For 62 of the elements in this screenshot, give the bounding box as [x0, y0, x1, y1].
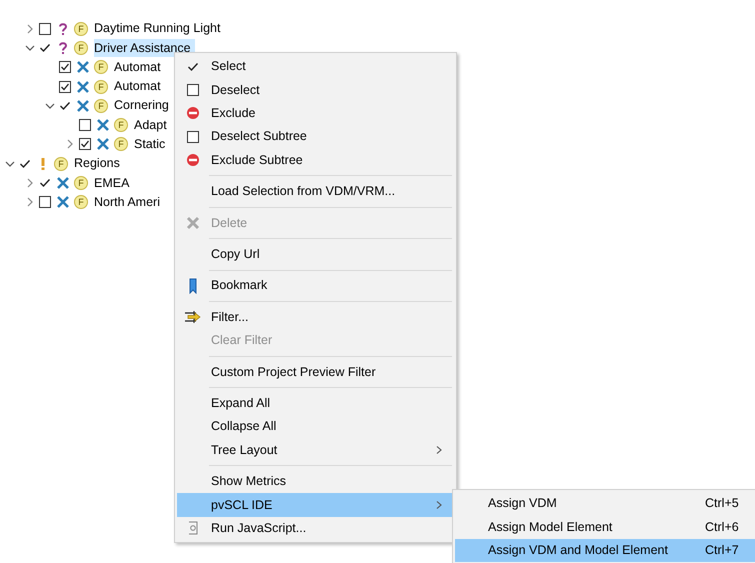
menu-item[interactable]: Collapse All	[177, 415, 454, 438]
menu-item[interactable]: Show Metrics	[177, 470, 454, 494]
menu-item[interactable]: Assign Model Element Ctrl+6	[455, 515, 755, 539]
tree-item[interactable]: Regions	[74, 154, 124, 174]
checkbox-icon	[186, 130, 200, 144]
question-icon	[56, 40, 70, 55]
cross-icon	[76, 80, 90, 94]
feature-badge: F	[94, 98, 108, 113]
tree-item[interactable]: Daytime Running Light	[94, 19, 224, 38]
menu-item[interactable]: Bookmark	[177, 274, 454, 298]
menu-item[interactable]: Custom Project Preview Filter	[177, 360, 454, 384]
tree-item[interactable]: Adapt	[134, 116, 171, 134]
filter-icon	[184, 309, 202, 326]
checkbox[interactable]	[78, 118, 92, 132]
tree-item[interactable]: Driver Assistance	[94, 38, 195, 58]
menu-item[interactable]: Assign VDM and Model Element Ctrl+7	[455, 538, 755, 562]
feature-badge: F	[94, 80, 108, 94]
menu-item[interactable]: Tree Layout	[177, 438, 454, 462]
cross-icon	[56, 195, 70, 210]
cross-icon	[56, 176, 70, 190]
tree-item[interactable]: Automat	[114, 58, 165, 77]
checkbox[interactable]	[58, 80, 72, 94]
checkbox[interactable]	[78, 137, 92, 152]
feature-badge: F	[74, 22, 88, 36]
menu-item[interactable]: Exclude	[177, 102, 454, 126]
feature-badge: F	[94, 60, 108, 74]
script-icon	[186, 520, 200, 536]
menu-item[interactable]: Expand All	[177, 392, 454, 416]
checkbox-icon	[186, 83, 200, 98]
cross-icon	[96, 137, 110, 152]
delete-icon	[186, 216, 200, 230]
checkbox[interactable]	[58, 60, 72, 74]
checkbox[interactable]	[38, 195, 52, 210]
feature-badge: F	[114, 118, 128, 132]
checkbox[interactable]	[38, 22, 52, 36]
menu-item[interactable]: pvSCL IDE	[177, 493, 454, 517]
cross-icon	[76, 98, 90, 113]
menu-item[interactable]: Run JavaScript...	[177, 516, 454, 540]
menu-item[interactable]: Exclude Subtree	[177, 148, 454, 172]
feature-badge: F	[74, 195, 88, 210]
feature-badge: F	[74, 176, 88, 190]
feature-badge: F	[54, 156, 68, 171]
cross-icon	[76, 60, 90, 74]
menu-item[interactable]: Filter...	[177, 306, 454, 329]
feature-badge: F	[114, 137, 128, 152]
menu-item[interactable]: Deselect	[177, 78, 454, 102]
bookmark-icon	[189, 278, 197, 294]
tree-item[interactable]: North Ameri	[94, 192, 164, 212]
menu-item[interactable]: Select	[177, 55, 454, 78]
tree-item[interactable]: Cornering	[114, 96, 173, 116]
tree-item[interactable]: Static	[134, 135, 170, 154]
no-entry-icon	[186, 106, 200, 120]
no-entry-icon	[186, 153, 200, 168]
menu-item[interactable]: Deselect Subtree	[177, 125, 454, 149]
menu-item[interactable]: Assign VDM Ctrl+5	[455, 492, 755, 516]
tree-item[interactable]: Automat	[114, 77, 165, 96]
feature-badge: F	[74, 40, 88, 55]
menu-item[interactable]: Copy Url	[177, 242, 454, 266]
menu-item[interactable]: Load Selection from VDM/VRM...	[177, 180, 454, 204]
cross-icon	[96, 118, 110, 132]
question-icon	[56, 22, 70, 36]
tree-item[interactable]: EMEA	[94, 174, 134, 192]
